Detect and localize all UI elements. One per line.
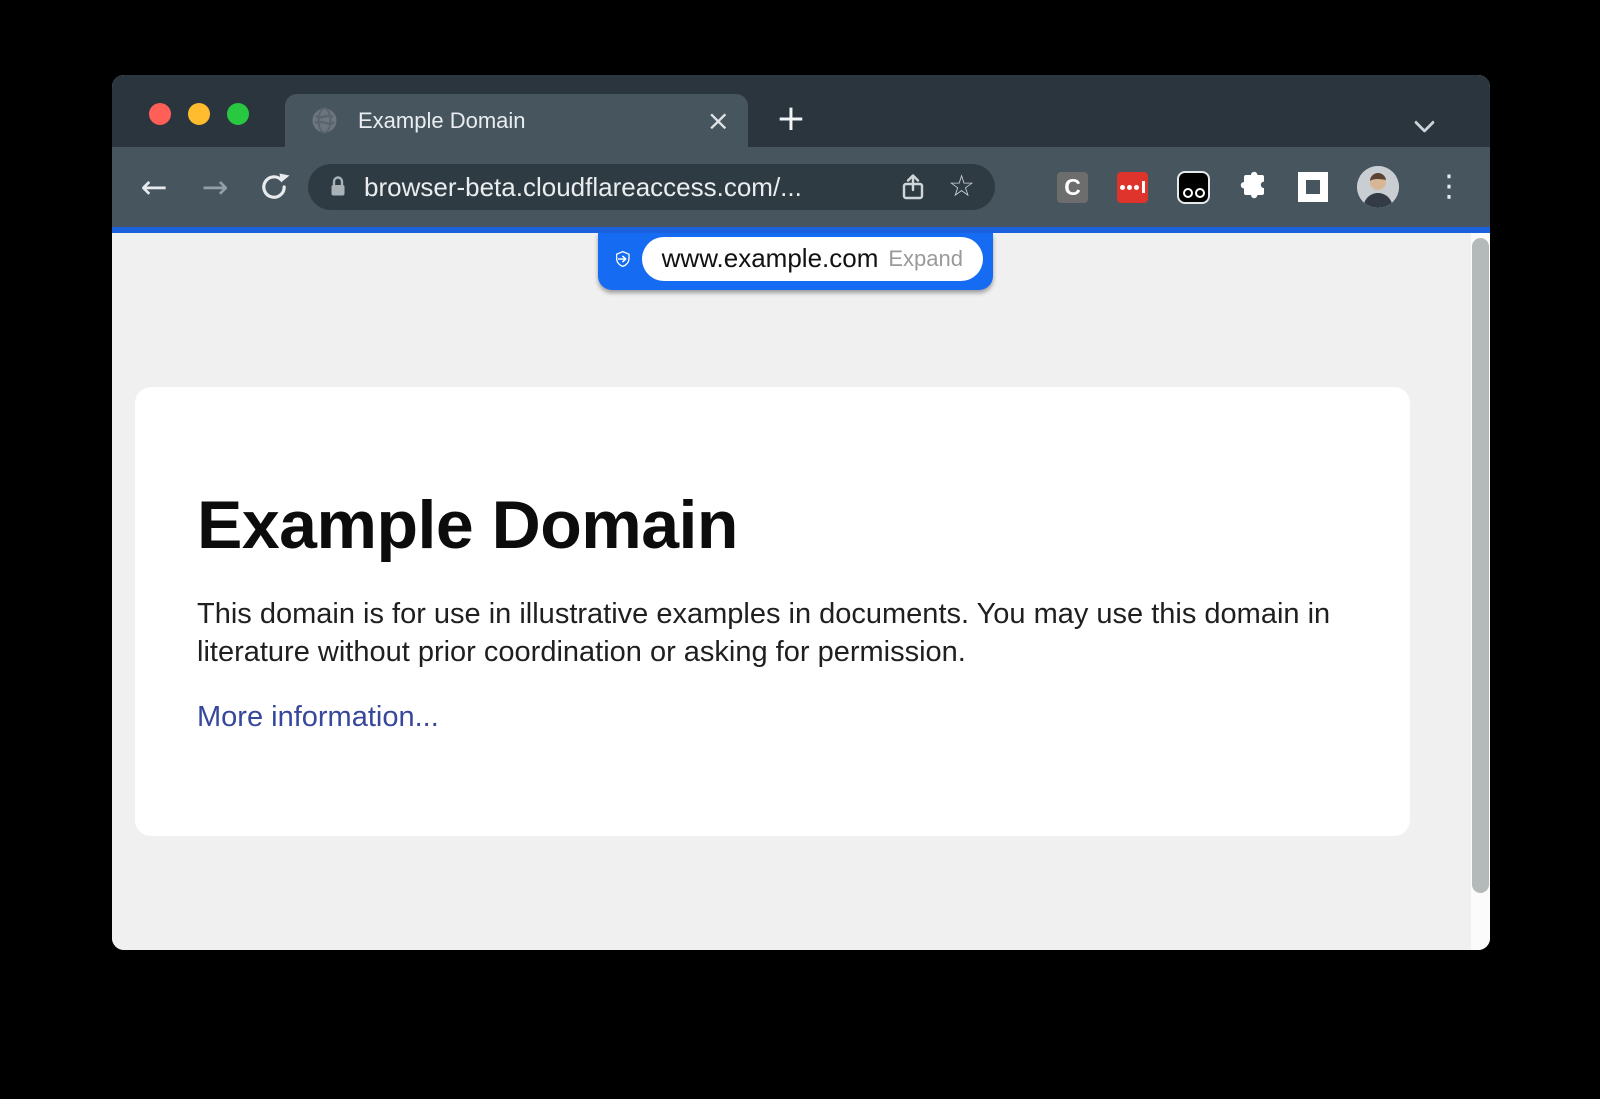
minimize-window-button[interactable] [188,103,210,125]
chevron-down-icon[interactable] [1414,112,1435,133]
more-information-link[interactable]: More information... [197,701,439,734]
extension-c-icon[interactable]: C [1057,172,1088,203]
bookmark-star-icon[interactable]: ☆ [948,172,975,202]
zoom-window-button[interactable] [227,103,249,125]
two-circles-extension-icon[interactable] [1177,171,1210,204]
square-frame-extension-icon[interactable] [1298,172,1328,202]
window-controls [149,103,249,125]
shield-arrow-icon [614,243,632,275]
browser-toolbar: ← → browser-beta.cloudflareaccess.com/..… [112,147,1490,227]
reload-icon [258,171,290,203]
lock-icon [328,175,348,199]
share-icon [900,173,926,201]
isolation-domain-pill: www.example.com Expand [642,237,983,281]
globe-icon [311,107,338,134]
puzzle-icon [1239,170,1269,200]
tab-strip: Example Domain × + [112,75,1490,147]
address-bar[interactable]: browser-beta.cloudflareaccess.com/... ☆ [308,164,995,210]
scrollbar-thumb[interactable] [1472,238,1489,893]
lastpass-extension-icon[interactable] [1117,172,1148,203]
isolation-banner: www.example.com Expand [598,233,993,290]
share-button[interactable] [900,173,926,201]
tab-close-icon[interactable]: × [707,107,730,135]
tab-example-domain[interactable]: Example Domain × [285,94,748,147]
new-tab-button[interactable]: + [774,103,808,137]
extensions-menu-button[interactable] [1239,170,1269,205]
scrollbar-track[interactable] [1471,233,1490,950]
tab-title: Example Domain [358,108,707,134]
browser-menu-button[interactable]: ⋮ [1428,172,1470,202]
back-button[interactable]: ← [136,169,172,205]
url-text: browser-beta.cloudflareaccess.com/... [364,172,878,203]
forward-button[interactable]: → [197,169,233,205]
browser-window: Example Domain × + ← → browser-beta.clou… [112,75,1490,950]
isolated-domain-text: www.example.com [662,243,879,274]
profile-avatar[interactable] [1357,166,1399,208]
avatar-photo [1357,166,1399,208]
example-domain-card: Example Domain This domain is for use in… [135,387,1410,836]
reload-button[interactable] [256,171,292,203]
close-window-button[interactable] [149,103,171,125]
page-body-text: This domain is for use in illustrative e… [197,595,1362,671]
page-viewport: www.example.com Expand Example Domain Th… [112,233,1490,950]
expand-button[interactable]: Expand [888,246,963,272]
extensions-row: C ⋮ [1057,166,1474,208]
page-title: Example Domain [197,487,1348,563]
